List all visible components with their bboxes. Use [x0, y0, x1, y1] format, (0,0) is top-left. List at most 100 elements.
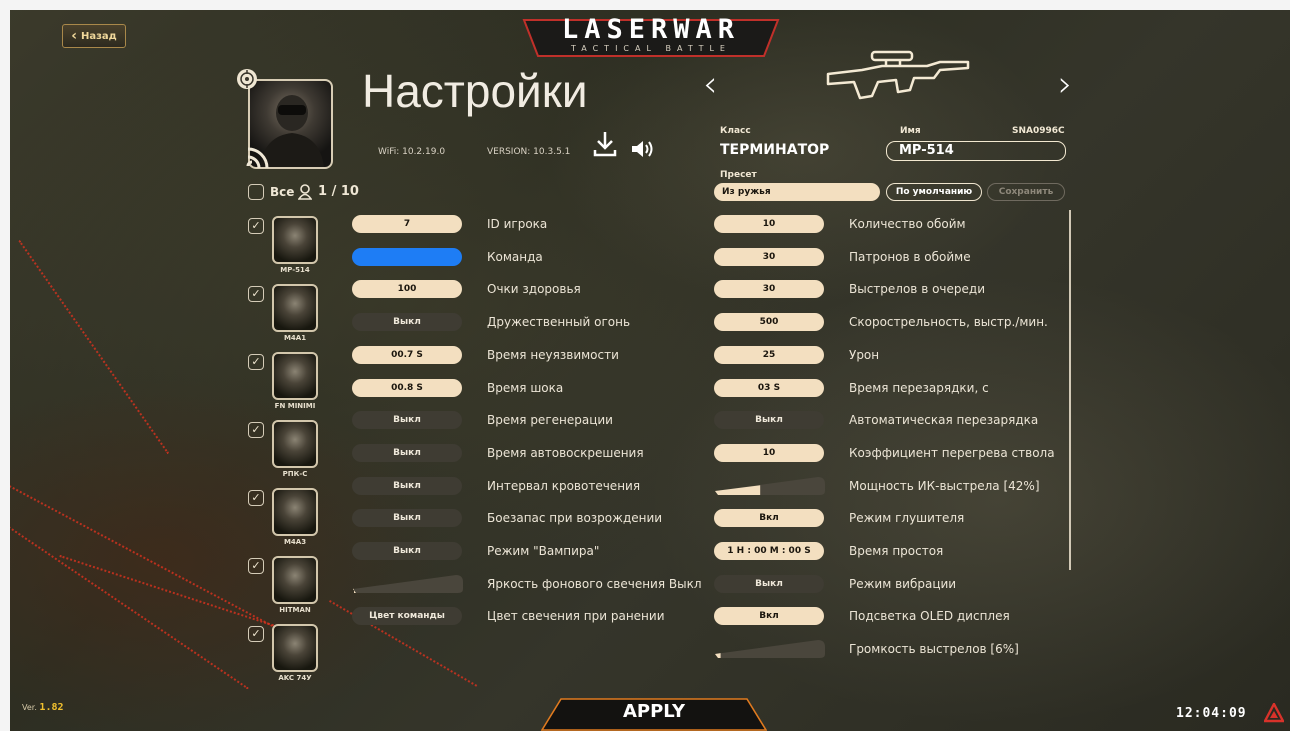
setting-value[interactable]: 100 — [352, 280, 462, 299]
setting-value[interactable]: 1 H : 00 M : 00 S — [714, 542, 824, 560]
signal-icon — [246, 147, 269, 168]
setting-value[interactable]: 30 — [714, 247, 824, 266]
speaker-icon[interactable] — [630, 139, 656, 159]
target-icon[interactable] — [236, 68, 258, 90]
player-name: РПК-С — [282, 470, 308, 478]
level-slider[interactable] — [714, 476, 826, 496]
player-thumbnail[interactable] — [272, 352, 318, 400]
player-checkbox[interactable]: ✓ — [248, 286, 264, 302]
chevron-left-icon[interactable]: ‹ — [703, 64, 717, 105]
setting-value[interactable]: Выкл — [714, 411, 824, 430]
weapon-name-field[interactable]: MP-514 — [886, 141, 1066, 161]
setting-value[interactable]: 30 — [714, 280, 824, 299]
preset-select[interactable]: Из ружья — [714, 183, 880, 201]
setting-label: Подсветка OLED дисплея — [849, 609, 1010, 624]
setting-label: Скорострельность, выстр./мин. — [849, 315, 1048, 330]
setting-value[interactable] — [352, 247, 462, 266]
setting-value[interactable]: Цвет команды — [352, 607, 462, 626]
player-checkbox[interactable]: ✓ — [248, 490, 264, 506]
player-name: FN MINIMI — [274, 402, 316, 410]
device-id: SNA0996C — [1012, 126, 1065, 136]
user-icon — [298, 184, 312, 200]
setting-label: Время простоя — [849, 544, 944, 558]
class-label: Класс — [720, 126, 751, 136]
checkmark-icon: ✓ — [251, 559, 261, 572]
level-slider[interactable] — [714, 639, 826, 659]
default-button[interactable]: По умолчанию — [886, 183, 982, 201]
setting-value[interactable]: Выкл — [352, 509, 462, 528]
setting-value[interactable]: Выкл — [352, 476, 462, 495]
version-number: 1.82 — [39, 702, 64, 713]
player-thumbnail[interactable] — [272, 556, 318, 604]
setting-label: Громкость выстрелов [6%] — [849, 642, 1019, 657]
download-icon[interactable] — [592, 130, 618, 158]
laserwar-mark-icon — [1264, 703, 1284, 723]
setting-label: Команда — [487, 249, 543, 264]
setting-value[interactable]: Выкл — [352, 443, 462, 462]
apply-label: APPLY — [622, 701, 685, 722]
setting-label: Автоматическая перезарядка — [849, 413, 1039, 428]
player-checkbox[interactable]: ✓ — [248, 354, 264, 370]
setting-label: Мощность ИК-выстрела [42%] — [849, 478, 1040, 493]
logo-sub-text: TACTICAL BATTLE — [571, 44, 731, 53]
checkmark-icon: ✓ — [251, 491, 261, 504]
apply-button[interactable]: APPLY — [541, 698, 767, 731]
player-thumbnail[interactable] — [272, 624, 318, 672]
checkmark-icon: ✓ — [251, 627, 261, 640]
setting-value[interactable]: 10 — [714, 215, 824, 233]
level-slider[interactable] — [352, 574, 464, 594]
player-name: M4A1 — [283, 334, 307, 342]
setting-label: ID игрока — [487, 217, 548, 231]
setting-label: Дружественный огонь — [487, 315, 631, 330]
player-thumbnail[interactable] — [272, 216, 318, 264]
chevron-right-icon[interactable]: › — [1058, 64, 1072, 105]
setting-label: Время регенерации — [487, 413, 613, 428]
back-button[interactable]: ‹ Назад — [62, 24, 126, 48]
back-chevron-icon: ‹ — [71, 28, 77, 44]
setting-value[interactable]: Выкл — [352, 313, 462, 332]
setting-label: Время перезарядки, с — [849, 380, 989, 395]
checkmark-icon: ✓ — [251, 355, 261, 368]
select-all-checkbox[interactable] — [248, 184, 264, 200]
player-checkbox[interactable]: ✓ — [248, 218, 264, 234]
clock: 12:04:09 — [1176, 706, 1247, 721]
select-all-label: Все — [270, 185, 295, 199]
laserwar-logo: LASERWAR TACTICAL BATTLE — [520, 14, 782, 58]
setting-value[interactable]: Вкл — [714, 509, 824, 528]
setting-label: Боезапас при возрождении — [487, 511, 663, 526]
setting-label: Время шока — [487, 380, 564, 395]
setting-value[interactable]: 00.8 S — [352, 378, 462, 397]
setting-value[interactable]: 10 — [714, 443, 824, 462]
setting-value[interactable]: Выкл — [352, 411, 462, 430]
player-thumbnail[interactable] — [272, 420, 318, 468]
setting-label: Режим "Вампира" — [487, 544, 600, 558]
player-thumbnail[interactable] — [272, 284, 318, 332]
player-checkbox[interactable]: ✓ — [248, 422, 264, 438]
setting-label: Интервал кровотечения — [487, 478, 641, 493]
setting-value[interactable]: Вкл — [714, 607, 824, 626]
name-label: Имя — [900, 126, 921, 136]
setting-value[interactable]: Выкл — [352, 542, 462, 560]
player-checkbox[interactable]: ✓ — [248, 558, 264, 574]
wifi-info: WiFi: 10.2.19.0 — [378, 147, 446, 157]
setting-label: Режим глушителя — [849, 511, 965, 526]
setting-label: Коэффициент перегрева ствола — [849, 445, 1055, 460]
player-checkbox[interactable]: ✓ — [248, 626, 264, 642]
app-version: Ver. 1.82 — [22, 702, 64, 713]
setting-label: Цвет свечения при ранении — [487, 609, 665, 624]
class-value: ТЕРМИНАТОР — [720, 142, 830, 158]
setting-value[interactable]: 00.7 S — [352, 345, 462, 364]
checkmark-icon: ✓ — [251, 287, 261, 300]
setting-value[interactable]: 500 — [714, 313, 824, 332]
player-thumbnail[interactable] — [272, 488, 318, 536]
rifle-icon — [826, 50, 970, 100]
setting-value[interactable]: 7 — [352, 215, 462, 233]
laser-beam-decoration — [18, 240, 170, 455]
setting-value[interactable]: Выкл — [714, 574, 824, 593]
settings-scrollbar[interactable] — [1069, 210, 1071, 570]
page-title: Настройки — [362, 65, 588, 117]
setting-value[interactable]: 25 — [714, 345, 824, 364]
save-button[interactable]: Сохранить — [987, 183, 1065, 201]
setting-value[interactable]: 03 S — [714, 378, 824, 397]
setting-label: Патронов в обойме — [849, 249, 971, 264]
